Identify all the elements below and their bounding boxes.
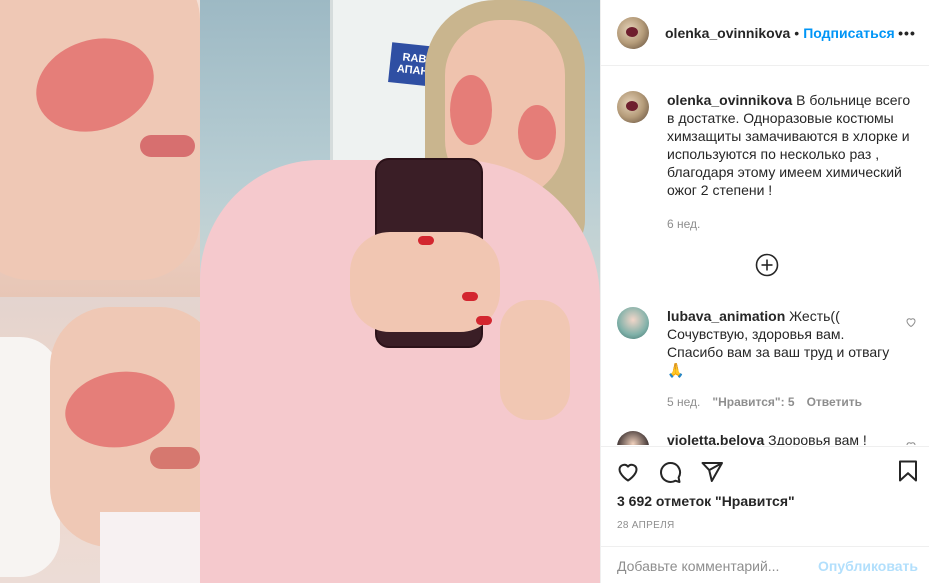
post-date[interactable]: 28 АПРЕЛЯ	[617, 520, 674, 531]
reply-button[interactable]: Ответить	[807, 393, 862, 411]
heart-icon[interactable]	[615, 459, 641, 485]
post-header: olenka_ovinnikova • Подписаться •••	[601, 0, 929, 66]
post-caption: olenka_ovinnikova В больнице всего в дос…	[617, 91, 917, 233]
comment-body: violetta.belova Здоровья вам !	[667, 431, 892, 445]
caption-body: olenka_ovinnikova В больнице всего в дос…	[667, 91, 912, 233]
bookmark-icon[interactable]	[896, 459, 922, 485]
burn-mark	[518, 105, 556, 160]
post-photo[interactable]: RABE АПАНО	[0, 0, 600, 583]
load-more-icon[interactable]	[755, 253, 779, 277]
add-comment-bar: Опубликовать	[601, 546, 929, 583]
more-icon-glyph: •••	[898, 25, 916, 41]
nail	[418, 236, 434, 245]
avatar[interactable]	[617, 16, 649, 49]
photo-collage-bottom-left	[0, 297, 200, 583]
comment-item: violetta.belova Здоровья вам !	[617, 431, 917, 445]
comment-meta: 5 нед. "Нравится": 5 Ответить	[667, 393, 892, 411]
post-side-panel: olenka_ovinnikova • Подписаться ••• olen…	[600, 0, 929, 583]
header-username[interactable]: olenka_ovinnikova	[665, 25, 790, 41]
share-icon[interactable]	[699, 459, 725, 485]
lips	[140, 135, 195, 157]
separator-dot: •	[794, 24, 800, 41]
caption-username[interactable]: olenka_ovinnikova	[667, 92, 792, 108]
publish-button[interactable]: Опубликовать	[818, 558, 918, 574]
action-icons	[615, 459, 725, 485]
nail	[462, 292, 478, 301]
lips	[150, 447, 200, 469]
photo-collage-top-left	[0, 0, 200, 297]
comment-text: Здоровья вам !	[768, 432, 867, 445]
comment-like-icon[interactable]	[905, 439, 917, 445]
comment-body: lubava_animation Жесть(( Сочувствую, здо…	[667, 307, 892, 411]
avatar[interactable]	[617, 91, 649, 123]
comment-username[interactable]: violetta.belova	[667, 432, 764, 445]
post-actions: 3 692 отметок "Нравится" 28 АПРЕЛЯ Опубл…	[601, 446, 929, 583]
photo-mirror-selfie: RABE АПАНО	[200, 0, 600, 583]
comment-time[interactable]: 5 нед.	[667, 393, 700, 411]
more-icon[interactable]: •••	[896, 22, 918, 44]
burn-mark	[450, 75, 492, 145]
comment-input[interactable]	[617, 557, 819, 574]
comment-like-icon[interactable]	[905, 315, 917, 328]
comments-list[interactable]: olenka_ovinnikova В больнице всего в дос…	[601, 67, 929, 445]
likes-count[interactable]: 3 692 отметок "Нравится"	[617, 493, 795, 509]
blanket	[100, 512, 200, 583]
comment-username[interactable]: lubava_animation	[667, 308, 785, 324]
avatar[interactable]	[617, 431, 649, 445]
hand	[500, 300, 570, 420]
comment-item: lubava_animation Жесть(( Сочувствую, здо…	[617, 307, 917, 411]
caption-time[interactable]: 6 нед.	[667, 215, 912, 233]
follow-button[interactable]: Подписаться	[803, 25, 895, 41]
nail	[476, 316, 492, 325]
comment-likes[interactable]: "Нравится": 5	[712, 393, 794, 411]
comment-icon[interactable]	[657, 459, 683, 485]
avatar[interactable]	[617, 307, 649, 339]
